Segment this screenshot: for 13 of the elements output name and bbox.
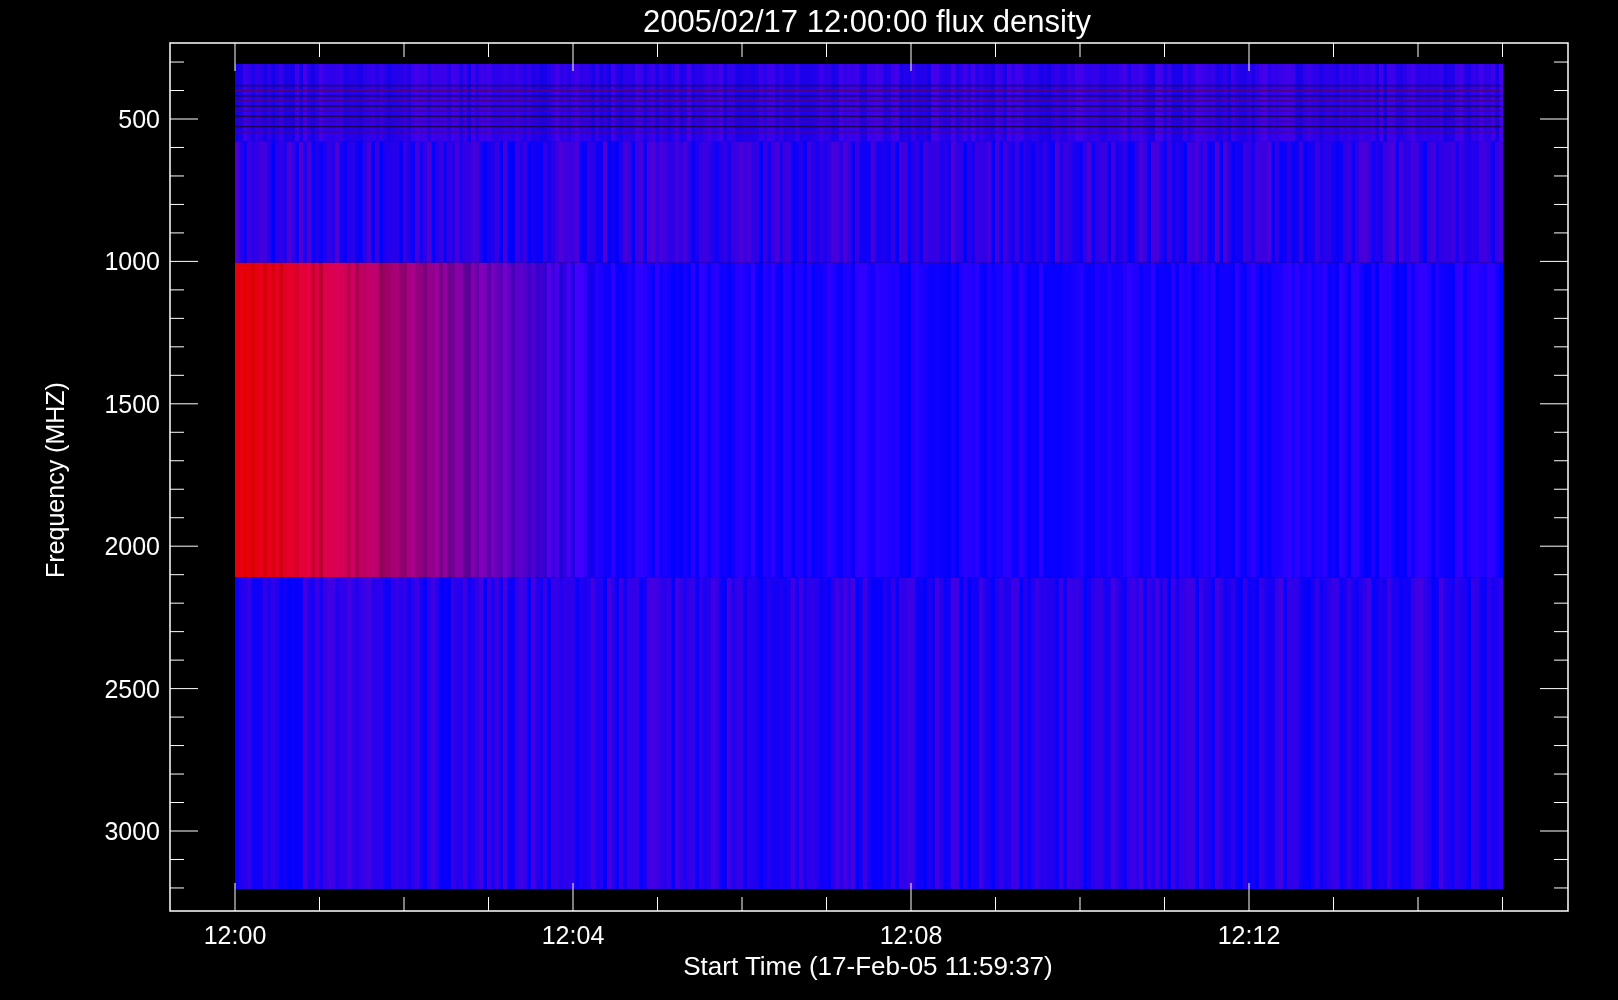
plot-title: 2005/02/17 12:00:00 flux density [642,4,1092,39]
x-tick-label: 12:12 [1217,921,1281,949]
y-tick-label: 500 [118,105,160,133]
x-tick-label: 12:04 [541,921,605,949]
y-tick-label: 1000 [104,247,160,276]
y-tick-label: 2500 [104,674,160,703]
y-tick-label: 3000 [104,817,160,845]
y-tick-label: 1500 [104,389,160,418]
y-tick-label: 2000 [104,532,160,561]
y-axis-label: Frequency (MHZ) [41,382,69,578]
x-tick-label: 12:08 [879,921,943,949]
x-tick-label: 12:00 [203,921,267,949]
x-axis-label: Start Time (17-Feb-05 11:59:37) [683,951,1053,981]
